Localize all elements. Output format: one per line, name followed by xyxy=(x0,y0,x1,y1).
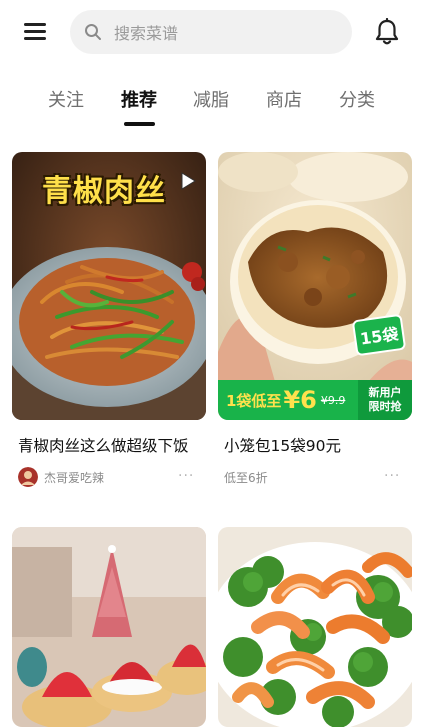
tab-recommended[interactable]: 推荐 xyxy=(121,86,157,112)
quantity-badge: 15袋 xyxy=(351,313,407,357)
author-name: 杰哥爱吃辣 xyxy=(44,470,105,485)
tab-follow[interactable]: 关注 xyxy=(48,86,84,112)
avatar xyxy=(18,467,38,487)
recipe-image[interactable] xyxy=(218,527,412,727)
play-icon xyxy=(181,172,196,190)
author-row[interactable]: 杰哥爱吃辣 xyxy=(18,467,104,487)
tab-categories[interactable]: 分类 xyxy=(339,86,375,112)
product-image[interactable]: 15袋 1袋低至 ¥6 ¥9.9 新用户 限时抢 xyxy=(218,152,412,420)
tab-store[interactable]: 商店 xyxy=(266,86,302,112)
product-title[interactable]: 小笼包15袋90元 xyxy=(224,434,341,456)
promo-price: ¥6 xyxy=(283,386,317,414)
recipe-image[interactable] xyxy=(12,527,206,727)
more-options-icon[interactable]: ··· xyxy=(178,468,194,484)
cupcakes-photo xyxy=(12,527,206,727)
discount-text: 低至6折 xyxy=(224,471,268,485)
recipe-card[interactable] xyxy=(12,527,206,727)
recipe-title[interactable]: 青椒肉丝这么做超级下饭 xyxy=(18,434,189,456)
search-placeholder: 搜索菜谱 xyxy=(114,24,179,43)
original-price: ¥9.9 xyxy=(320,393,346,407)
promo-text: 1袋低至 xyxy=(226,391,282,410)
recipe-card[interactable]: 青椒肉丝 青椒肉丝这么做超级下饭 杰哥爱吃辣 ··· xyxy=(12,152,206,492)
promo-banner[interactable]: 1袋低至 ¥6 ¥9.9 新用户 限时抢 xyxy=(218,380,412,420)
search-icon xyxy=(85,24,101,40)
shrimp-broccoli-photo xyxy=(218,527,412,727)
search-input[interactable]: 搜索菜谱 xyxy=(70,10,352,54)
product-card[interactable]: 15袋 1袋低至 ¥6 ¥9.9 新用户 限时抢 小笼包15袋90元 低至6折 … xyxy=(218,152,412,492)
more-options-icon[interactable]: ··· xyxy=(384,468,400,484)
tab-fat-loss[interactable]: 减脂 xyxy=(193,86,229,112)
bell-icon[interactable] xyxy=(374,18,400,46)
category-tabs: 关注 推荐 减脂 商店 分类 xyxy=(0,80,423,130)
recipe-card[interactable] xyxy=(218,527,412,727)
recipe-image[interactable]: 青椒肉丝 xyxy=(12,152,206,420)
menu-icon[interactable] xyxy=(24,22,46,40)
new-user-tag: 新用户 限时抢 xyxy=(358,380,412,420)
top-bar: 搜索菜谱 xyxy=(0,0,423,64)
image-overlay-title: 青椒肉丝 xyxy=(42,174,166,209)
discount-row: 低至6折 xyxy=(224,469,268,486)
active-tab-indicator xyxy=(124,122,155,126)
